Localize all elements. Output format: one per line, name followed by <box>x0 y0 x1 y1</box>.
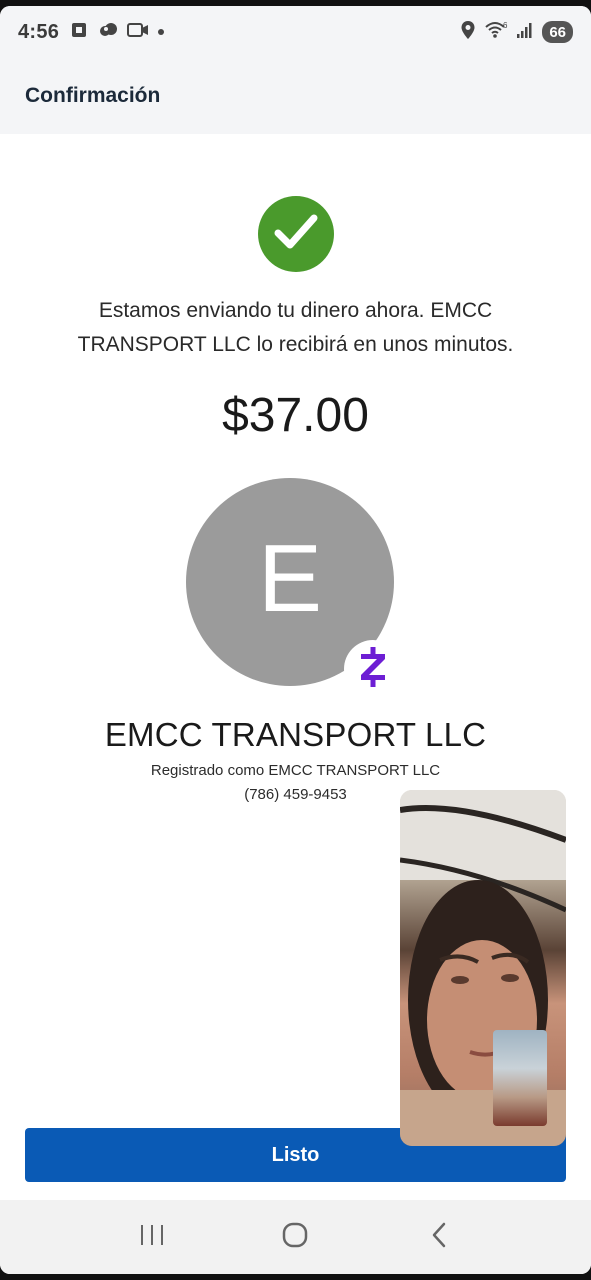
self-view-thumbnail[interactable] <box>493 1030 547 1126</box>
avatar-letter: E <box>257 525 323 632</box>
wifi-icon: 6 <box>484 20 508 45</box>
dot-icon <box>157 23 165 41</box>
check-icon <box>273 212 319 257</box>
home-button[interactable] <box>265 1217 325 1257</box>
status-time: 4:56 <box>18 20 60 43</box>
back-icon <box>429 1221 449 1254</box>
zelle-badge <box>344 640 402 698</box>
home-icon <box>281 1221 309 1254</box>
recipient-name: EMCC TRANSPORT LLC <box>104 716 487 753</box>
recents-button[interactable] <box>122 1217 182 1257</box>
status-system-icons: 6 66 <box>460 20 573 45</box>
chase-icon <box>69 20 89 45</box>
zelle-icon <box>358 645 388 694</box>
phone-screen: 4:56 6 66 Confirmación Estamos enviando … <box>0 6 591 1274</box>
page-title: Confirmación <box>25 84 161 107</box>
status-bar: 4:56 6 66 <box>0 6 591 58</box>
recents-icon <box>139 1223 165 1252</box>
network-badge: 6 <box>503 21 508 30</box>
app-header: Confirmación <box>0 58 591 134</box>
status-notification-icons <box>69 20 165 45</box>
signal-icon <box>516 21 534 44</box>
success-check <box>258 196 334 272</box>
registered-as: Registrado como EMCC TRANSPORT LLC <box>150 762 441 779</box>
video-icon <box>127 22 149 43</box>
back-button[interactable] <box>409 1217 469 1257</box>
location-icon <box>460 20 476 45</box>
navigation-bar <box>0 1200 591 1274</box>
confirmation-message: Estamos enviando tu dinero ahora. EMCC T… <box>77 299 514 356</box>
video-call-overlay[interactable] <box>400 790 566 1146</box>
battery-indicator: 66 <box>542 21 573 43</box>
cloud-icon <box>97 21 119 44</box>
amount: $37.00 <box>222 389 369 442</box>
